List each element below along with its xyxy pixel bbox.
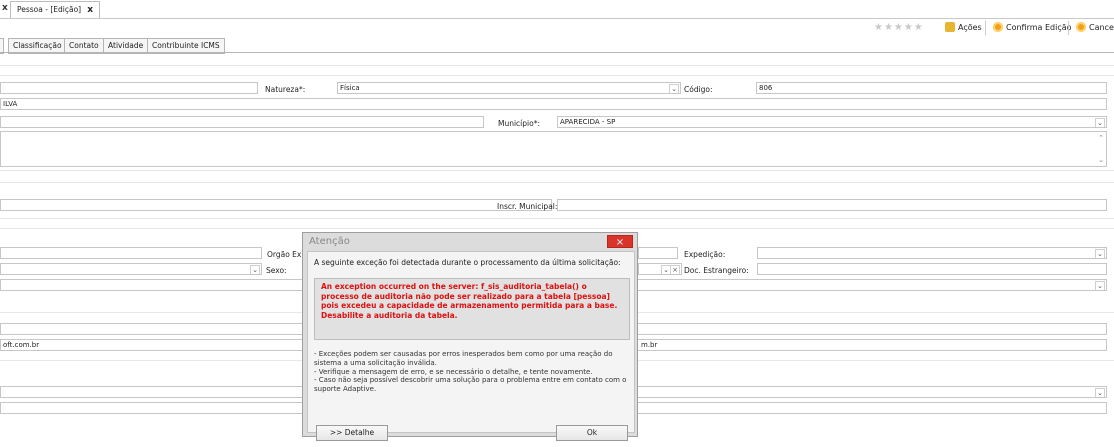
- municipio-value: APARECIDA - SP: [560, 118, 616, 126]
- chevron-down-icon[interactable]: ⌄: [1095, 249, 1105, 258]
- tab-pessoa-edicao[interactable]: Pessoa - [Edição] x: [10, 1, 101, 18]
- dialog-body: A seguinte exceção foi detectada durante…: [307, 251, 635, 441]
- name-field[interactable]: ILVA: [0, 98, 1107, 110]
- chevron-down-icon[interactable]: ⌄: [250, 265, 260, 274]
- tab-strip: [0, 0, 1114, 19]
- scroll-up-icon[interactable]: ⌃: [1098, 133, 1104, 143]
- tab-divider: [0, 52, 1114, 53]
- row-divider: [0, 75, 1114, 76]
- field-left-row7[interactable]: ⌄: [0, 263, 262, 275]
- actions-button[interactable]: Ações: [945, 21, 982, 35]
- field-left-row3[interactable]: [0, 116, 484, 128]
- tab-label: Pessoa - [Edição]: [17, 5, 82, 14]
- expedicao-label: Expedição:: [684, 250, 726, 259]
- chevron-down-icon[interactable]: ⌄: [1095, 388, 1105, 397]
- rating-stars-icon[interactable]: ★★★★★: [874, 22, 924, 33]
- confirm-icon: [993, 22, 1003, 32]
- inscr-municipal-field[interactable]: [557, 199, 1107, 211]
- error-message: An exception occurred on the server: f_s…: [314, 278, 630, 340]
- exception-dialog: Atenção × A seguinte exceção foi detecta…: [302, 232, 638, 441]
- toolbar-separator: [985, 21, 986, 35]
- observation-textarea[interactable]: ⌃ ⌄: [0, 131, 1107, 167]
- note-2: - Verifique a mensagem de erro, e se nec…: [314, 367, 593, 376]
- cancel-icon: [1076, 22, 1086, 32]
- field-left-row6[interactable]: [0, 247, 262, 259]
- natureza-label: Natureza*:: [265, 85, 306, 94]
- chevron-down-icon[interactable]: ⌄: [669, 84, 679, 93]
- row-divider: [0, 182, 1114, 183]
- cancel-button[interactable]: Cancel: [1076, 21, 1114, 35]
- field-left-row5[interactable]: [0, 199, 552, 211]
- municipio-label: Município*:: [498, 119, 540, 128]
- toolbar-separator: [1068, 21, 1069, 35]
- doc-estrangeiro-label: Doc. Estrangeiro:: [684, 266, 749, 275]
- confirm-label: Confirma Edição: [1006, 23, 1072, 32]
- chevron-down-icon[interactable]: ⌄: [1095, 281, 1105, 290]
- field-left-row1[interactable]: [0, 82, 258, 94]
- dialog-close-button[interactable]: ×: [607, 235, 633, 248]
- detail-button[interactable]: >> Detalhe: [316, 425, 388, 441]
- municipio-select[interactable]: APARECIDA - SP ⌄: [557, 116, 1107, 128]
- expedicao-field[interactable]: ⌄: [757, 247, 1107, 259]
- row-divider: [0, 228, 1114, 229]
- close-tab-icon[interactable]: x: [87, 2, 93, 18]
- close-previous-tab-icon[interactable]: x: [2, 3, 8, 13]
- ok-button[interactable]: Ok: [556, 425, 628, 441]
- chevron-down-icon[interactable]: ⌄: [1095, 118, 1105, 127]
- dialog-notes: - Exceções podem ser causadas por erros …: [314, 350, 630, 394]
- confirm-edit-button[interactable]: Confirma Edição: [993, 21, 1072, 35]
- dialog-title: Atenção: [309, 236, 350, 247]
- inscr-municipal-label: Inscr. Municipal:: [497, 202, 558, 211]
- codigo-value: 806: [759, 84, 773, 92]
- cancel-label: Cancel: [1089, 23, 1114, 32]
- actions-icon: [945, 22, 955, 32]
- doc-estrangeiro-field[interactable]: [757, 263, 1107, 275]
- note-3: - Caso não seja possível descobrir uma s…: [314, 376, 627, 394]
- natureza-select[interactable]: Física ⌄: [337, 82, 681, 94]
- codigo-label: Código:: [684, 85, 713, 94]
- name-value: ILVA: [3, 100, 18, 108]
- row-divider: [0, 218, 1114, 219]
- email-left-value: oft.com.br: [3, 341, 40, 349]
- row-divider: [0, 170, 1114, 171]
- dialog-intro: A seguinte exceção foi detectada durante…: [314, 258, 621, 267]
- clear-icon[interactable]: ×: [670, 265, 680, 274]
- note-1: - Exceções podem ser causadas por erros …: [314, 350, 613, 367]
- sexo-select[interactable]: ⌄ ×: [638, 263, 682, 275]
- natureza-value: Física: [340, 84, 360, 92]
- actions-label: Ações: [958, 23, 982, 32]
- sexo-label: Sexo:: [266, 266, 287, 275]
- field-orgao-exp[interactable]: [638, 247, 678, 259]
- row-divider: [0, 65, 1114, 66]
- codigo-field[interactable]: 806: [756, 82, 1107, 94]
- email-right-value: m.br: [641, 341, 658, 349]
- scroll-down-icon[interactable]: ⌄: [1098, 155, 1104, 165]
